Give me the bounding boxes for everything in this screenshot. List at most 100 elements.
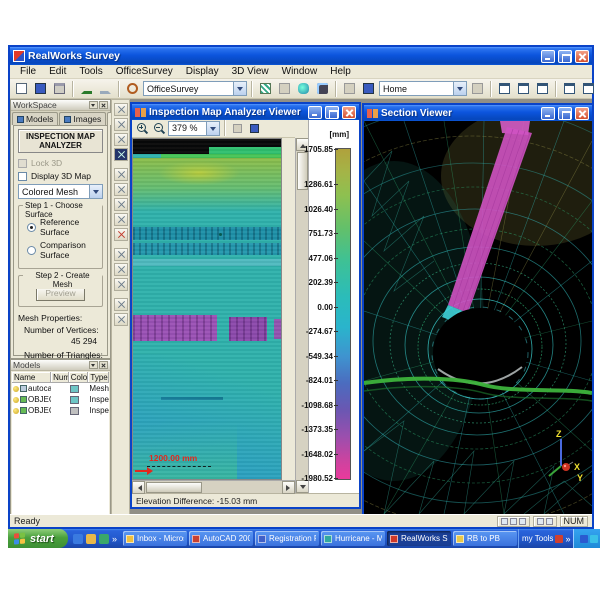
display-3d-map-checkbox-row[interactable]: Display 3D Map [18, 171, 103, 181]
segmentation-tool-icon[interactable] [114, 133, 128, 146]
table-row[interactable]: OBJECT... Inspectio [12, 394, 109, 405]
tile-windows-icon[interactable] [534, 81, 551, 97]
close-button[interactable] [575, 50, 589, 63]
panel-close-icon[interactable] [99, 101, 108, 109]
table-row[interactable]: OBJECT... Inspectio [12, 405, 109, 416]
measure-distance-tool-icon[interactable] [114, 228, 128, 241]
display-options-icon[interactable] [230, 121, 245, 135]
menu-display[interactable]: Display [180, 65, 225, 78]
zoom-extents-icon[interactable] [341, 81, 358, 97]
menu-officesurvey[interactable]: OfficeSurvey [110, 65, 179, 78]
maximize-button[interactable] [558, 50, 572, 63]
comparison-surface-radio-row[interactable]: Comparison Surface [27, 240, 98, 260]
quicklaunch-overflow-icon[interactable]: » [112, 534, 117, 544]
camera-view-icon[interactable] [469, 81, 486, 97]
taskbar-task-autocad[interactable]: AutoCAD 2002 [189, 531, 253, 546]
view-combobox[interactable]: Home [379, 81, 467, 96]
undo-icon[interactable] [78, 81, 95, 97]
redo-icon[interactable] [97, 81, 114, 97]
new-window-icon[interactable] [496, 81, 513, 97]
zoom-dropdown-icon[interactable] [206, 122, 219, 135]
col-name[interactable]: Name [12, 372, 51, 382]
map-maximize-button[interactable] [325, 106, 339, 119]
display-3d-map-checkbox[interactable] [18, 172, 27, 181]
section-viewer-titlebar[interactable]: Section Viewer [364, 105, 592, 121]
models-panel-caption[interactable]: Models [11, 360, 110, 371]
examine-tool-icon[interactable] [114, 168, 128, 181]
tray-volume-icon[interactable] [590, 535, 598, 543]
taskbar-task-hurricane[interactable]: Hurricane - Micro... [321, 531, 385, 546]
main-titlebar[interactable]: RealWorks Survey [10, 47, 592, 65]
media-player-icon[interactable] [99, 534, 109, 544]
inspection-tool-icon[interactable] [114, 148, 128, 161]
map-vertical-scrollbar[interactable] [295, 138, 308, 493]
pick-point-tool-icon[interactable] [114, 248, 128, 261]
visibility-bulb-icon[interactable] [13, 397, 19, 403]
zoom-tool-icon[interactable] [114, 213, 128, 226]
visibility-bulb-icon[interactable] [13, 386, 19, 392]
lock-3d-checkbox-row[interactable]: Lock 3D [18, 158, 103, 168]
map-minimize-button[interactable] [308, 106, 322, 119]
section-tool-icon[interactable] [114, 313, 128, 326]
view-combo-dropdown-icon[interactable] [453, 82, 466, 95]
menu-3dview[interactable]: 3D View [226, 65, 275, 78]
taskbar-task-registration[interactable]: Registration Rep... [255, 531, 319, 546]
menu-edit[interactable]: Edit [43, 65, 72, 78]
rotate-view-tool-icon[interactable] [114, 183, 128, 196]
menu-window[interactable]: Window [276, 65, 324, 78]
cascade-windows-icon[interactable] [515, 81, 532, 97]
workspace-panel-caption[interactable]: WorkSpace [11, 100, 110, 111]
measure-tool-icon[interactable] [314, 81, 331, 97]
survey-combo-dropdown-icon[interactable] [233, 82, 246, 95]
annotation-tool-icon[interactable] [247, 121, 262, 135]
minimize-button[interactable] [541, 50, 555, 63]
section-3d-canvas[interactable]: Z X Y [364, 121, 592, 514]
section-minimize-button[interactable] [541, 107, 555, 120]
zoom-in-icon[interactable] [134, 121, 149, 135]
scroll-left-icon[interactable] [132, 481, 145, 494]
view-mode-icon[interactable] [510, 518, 517, 525]
map-close-button[interactable] [342, 106, 356, 119]
table-row[interactable]: autocad... Mesh [12, 383, 109, 394]
print-icon[interactable] [51, 81, 68, 97]
reference-surface-radio-row[interactable]: Reference Surface [27, 217, 98, 237]
projection-tool-icon[interactable] [114, 298, 128, 311]
inspection-map-canvas[interactable]: 1200.00 mm [132, 138, 282, 480]
pan-tool-icon[interactable] [114, 198, 128, 211]
mesh-type-combobox[interactable]: Colored Mesh [18, 184, 103, 199]
my-tools-toolbar[interactable]: my Tools » [518, 529, 573, 548]
open-file-icon[interactable] [13, 81, 30, 97]
save-icon[interactable] [32, 81, 49, 97]
col-type[interactable]: Type [88, 372, 109, 382]
menu-file[interactable]: File [14, 65, 42, 78]
hscroll-thumb[interactable] [146, 482, 202, 493]
view-mode-icon[interactable] [501, 518, 508, 525]
col-color[interactable]: Color [69, 372, 89, 382]
my-tools-overflow-icon[interactable]: » [565, 534, 570, 544]
scroll-right-icon[interactable] [282, 481, 295, 494]
zoom-out-icon[interactable] [151, 121, 166, 135]
limit-box-tool-icon[interactable] [114, 118, 128, 131]
rotate-cw-tool-icon[interactable] [114, 263, 128, 276]
reference-surface-radio[interactable] [27, 223, 36, 232]
taskbar-task-inbox[interactable]: Inbox - Microsof... [123, 531, 187, 546]
snap-mode-icon[interactable] [537, 518, 544, 525]
color-swatch[interactable] [70, 396, 79, 404]
section-maximize-button[interactable] [558, 107, 572, 120]
cloud-tool-icon[interactable] [295, 81, 312, 97]
map-viewer-titlebar[interactable]: Inspection Map Analyzer Viewer [132, 104, 359, 120]
segment-tool-icon[interactable] [276, 81, 293, 97]
panel-pin-icon[interactable] [89, 101, 98, 109]
sampling-tool-icon[interactable] [257, 81, 274, 97]
color-swatch[interactable] [70, 407, 79, 415]
start-button[interactable]: start [8, 529, 68, 548]
section-close-button[interactable] [575, 107, 589, 120]
snap-mode-icon[interactable] [546, 518, 553, 525]
tile-vertical-icon[interactable] [580, 81, 597, 97]
tab-models[interactable]: Models [12, 112, 58, 125]
models-pin-icon[interactable] [89, 361, 98, 369]
render-mode-icon[interactable] [360, 81, 377, 97]
zoom-level-combobox[interactable]: 379 % [168, 121, 220, 136]
survey-mode-combobox[interactable]: OfficeSurvey [143, 81, 247, 96]
view-mode-icon[interactable] [519, 518, 526, 525]
